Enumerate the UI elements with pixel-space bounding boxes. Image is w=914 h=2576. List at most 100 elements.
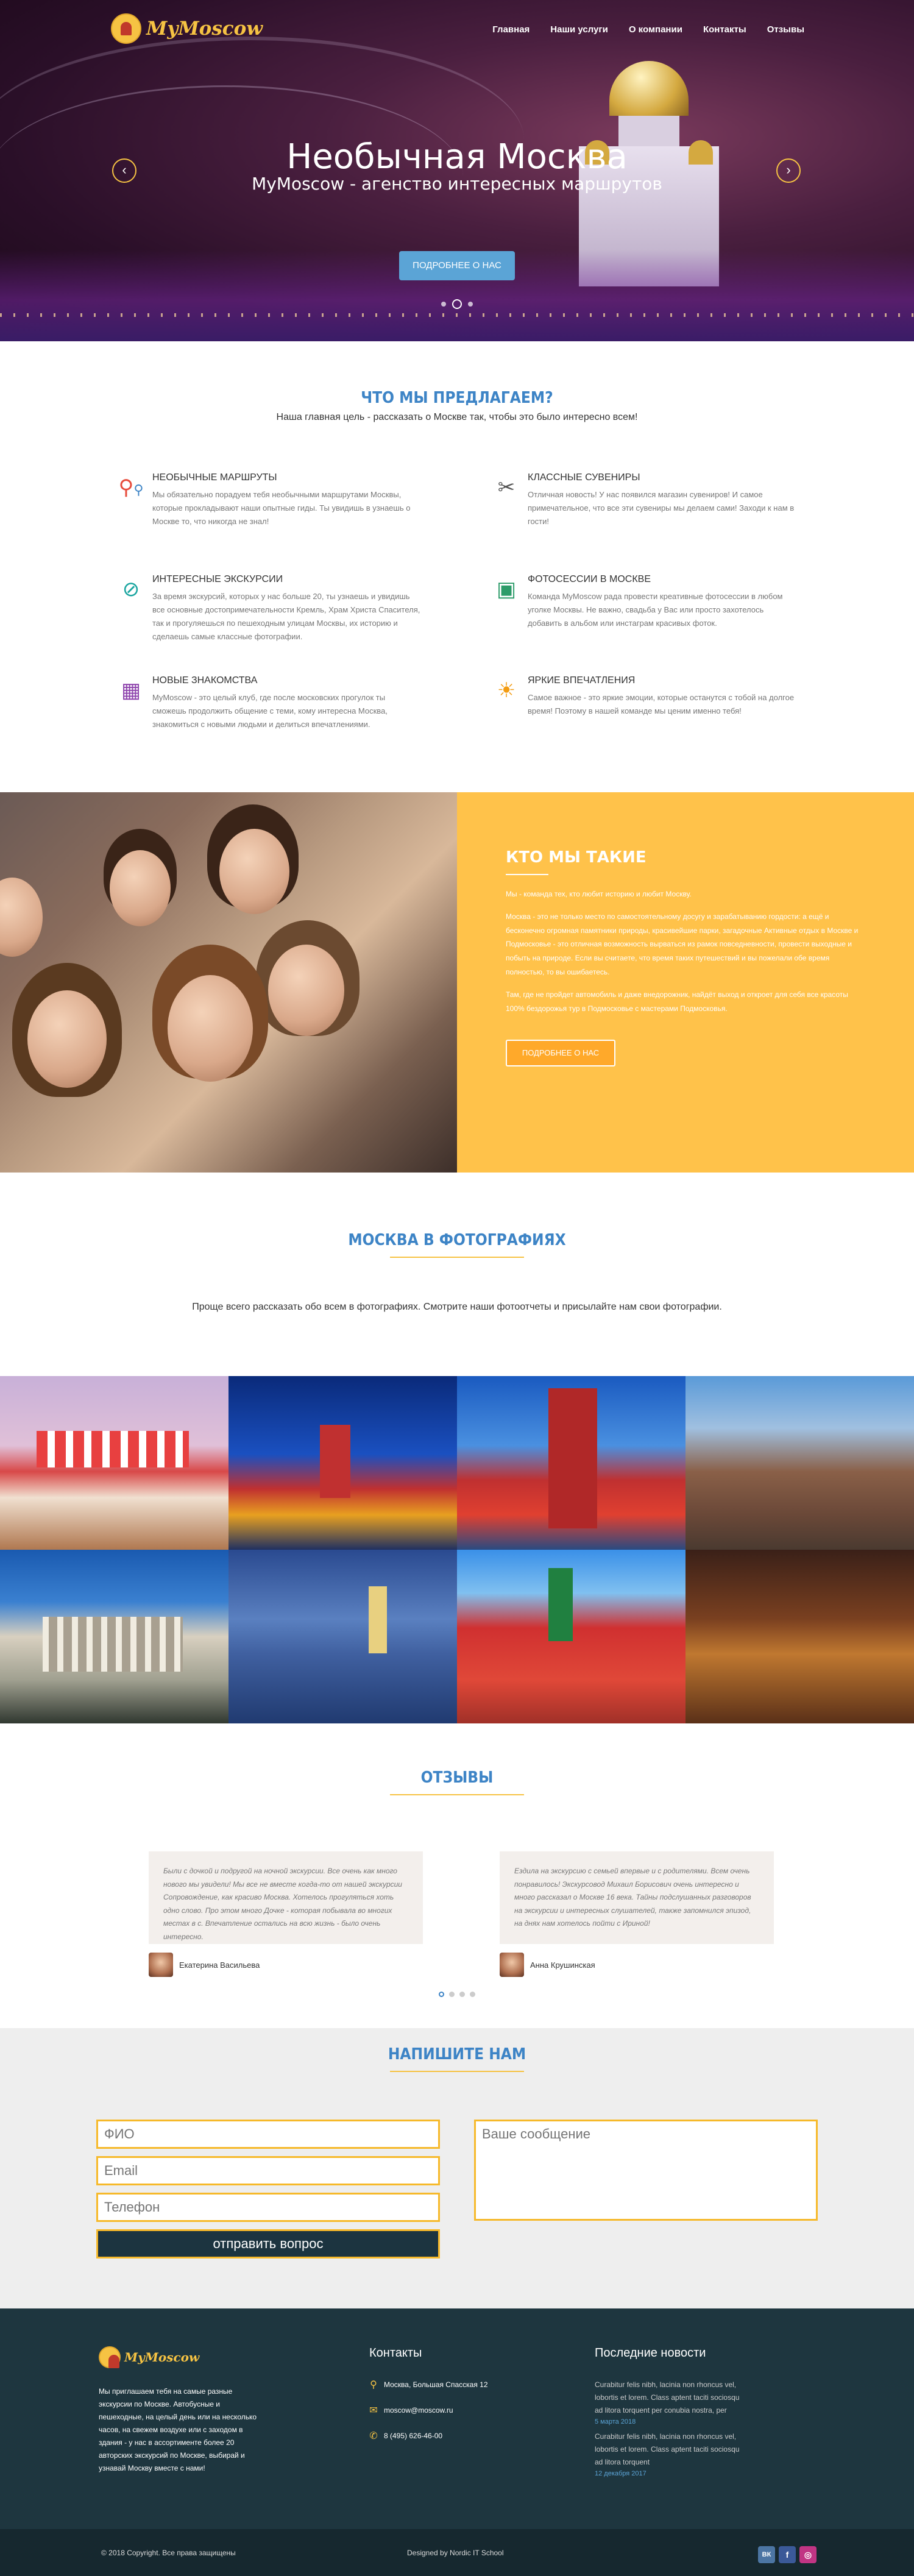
offer-subtitle: Наша главная цель - рассказать о Москве … [276, 412, 638, 422]
facebook-icon[interactable]: f [779, 2546, 796, 2563]
slider-dot-active[interactable] [452, 299, 462, 309]
feature-title: НОВЫЕ ЗНАКОМСТВА [152, 675, 258, 686]
feature-title: КЛАССНЫЕ СУВЕНИРЫ [528, 472, 640, 483]
about-text: Мы - команда тех, кто любит историю и лю… [506, 890, 692, 898]
feature-title: НЕОБЫЧНЫЕ МАРШРУТЫ [152, 472, 277, 483]
photos-section: МОСКВА В ФОТОГРАФИЯХ Проще всего рассказ… [0, 1173, 914, 1376]
review-dot[interactable] [470, 1992, 475, 1997]
social-links: ВК f ◎ [758, 2546, 817, 2563]
feature-title: ЯРКИЕ ВПЕЧАТЛЕНИЯ [528, 675, 636, 686]
reviews-dots [0, 1992, 914, 1997]
slider-dot[interactable] [441, 302, 446, 307]
nav-contacts[interactable]: Контакты [703, 24, 746, 35]
compass-icon: ⊘ [122, 578, 140, 601]
nav-about[interactable]: О компании [629, 24, 682, 35]
feature-item: ⚲⚲ НЕОБЫЧНЫЕ МАРШРУТЫ Мы обязательно пор… [116, 472, 420, 528]
feature-item: ✂ КЛАССНЫЕ СУВЕНИРЫ Отличная новость! У … [491, 472, 796, 528]
footer-logo[interactable]: MyMoscow [99, 2346, 257, 2368]
nav-home[interactable]: Главная [492, 24, 530, 35]
name-field[interactable] [96, 2120, 440, 2149]
footer: MyMoscow Мы приглашаем тебя на самые раз… [0, 2308, 914, 2529]
gallery-photo-kremlin-tower[interactable] [457, 1376, 685, 1550]
avatar [149, 1953, 173, 1977]
avatar [500, 1953, 524, 1977]
news-text[interactable]: Curabitur felis nibh, lacinia non rhoncu… [595, 2430, 747, 2469]
group-selfie-photo [0, 792, 457, 1173]
feature-text: Самое важное - это яркие эмоции, которые… [528, 693, 795, 716]
feature-title: ИНТЕРЕСНЫЕ ЭКСКУРСИИ [152, 574, 283, 584]
review-card: Были с дочкой и подругой на ночной экску… [149, 1851, 423, 1977]
feature-text: MyMoscow - это целый клуб, где после мос… [152, 693, 388, 729]
contact-title: НАПИШИТЕ НАМ [388, 2045, 526, 2063]
review-card: Ездила на экскурсию с семьей впервые и с… [500, 1851, 774, 1977]
main-nav: Главная Наши услуги О компании Контакты … [492, 24, 804, 35]
souvenir-icon: ✂ [497, 476, 515, 499]
contact-section: НАПИШИТЕ НАМ отправить вопрос [0, 2028, 914, 2308]
kremlin-logo-icon [111, 13, 141, 44]
review-text: Были с дочкой и подругой на ночной экску… [149, 1851, 423, 1944]
news-date: 12 декабря 2017 [595, 2470, 647, 2477]
review-dot-active[interactable] [439, 1992, 444, 1997]
footer-address: Москва, Большая Спасская 12 [384, 2380, 488, 2389]
gallery-photo-izmailovo[interactable] [0, 1376, 228, 1550]
vk-icon[interactable]: ВК [758, 2546, 775, 2563]
feature-title: ФОТОСЕССИИ В МОСКВЕ [528, 574, 651, 584]
reviewer-name: Екатерина Васильева [179, 1960, 260, 1970]
photos-subtitle: Проще всего рассказать обо всем в фотогр… [192, 1302, 722, 1312]
send-button[interactable]: отправить вопрос [96, 2229, 440, 2258]
about-more-button[interactable]: ПОДРОБНЕЕ О НАС [506, 1040, 615, 1067]
feature-item: ⊘ ИНТЕРЕСНЫЕ ЭКСКУРСИИ За время экскурси… [116, 574, 420, 644]
nav-reviews[interactable]: Отзывы [767, 24, 804, 35]
phone-field[interactable] [96, 2193, 440, 2222]
gallery-photo-museum-hall[interactable] [685, 1550, 914, 1723]
gallery-photo-museum[interactable] [0, 1550, 228, 1723]
message-field[interactable] [474, 2120, 818, 2221]
location-pin-icon: ⚲ [370, 2380, 377, 2390]
photo-gallery [0, 1376, 914, 1723]
people-icon: ▦ [121, 679, 141, 702]
feature-text: Команда MyMoscow рада провести креативны… [528, 592, 783, 628]
hero-title: Необычная Москва [286, 137, 628, 177]
copyright: © 2018 Copyright. Все права защищены [101, 2549, 236, 2557]
feature-text: За время экскурсий, которых у нас больше… [152, 592, 420, 642]
feature-text: Отличная новость! У нас появился магазин… [528, 490, 795, 527]
email-field[interactable] [96, 2156, 440, 2185]
news-text[interactable]: Curabitur felis nibh, lacinia non rhoncu… [595, 2379, 747, 2417]
gallery-photo-historical-museum[interactable] [457, 1550, 685, 1723]
offer-title: ЧТО МЫ ПРЕДЛАГАЕМ? [361, 389, 553, 407]
review-dot[interactable] [449, 1992, 455, 1997]
about-text: Москва - это не только место по самостоя… [506, 912, 859, 976]
photos-title: МОСКВА В ФОТОГРАФИЯХ [348, 1231, 566, 1249]
bottom-bar: © 2018 Copyright. Все права защищены Des… [0, 2529, 914, 2576]
about-section: КТО МЫ ТАКИЕ Мы - команда тех, кто любит… [0, 792, 914, 1173]
mail-icon: ✉ [369, 2405, 378, 2416]
review-text: Ездила на экскурсию с семьей впервые и с… [500, 1851, 774, 1944]
gallery-photo-moscow-panorama[interactable] [685, 1376, 914, 1550]
review-dot[interactable] [459, 1992, 465, 1997]
designed-by: Designed by Nordic IT School [407, 2549, 504, 2557]
footer-about-text: Мы приглашаем тебя на самые разные экску… [99, 2387, 257, 2472]
nav-services[interactable]: Наши услуги [550, 24, 608, 35]
feature-item: ☀ ЯРКИЕ ВПЕЧАТЛЕНИЯ Самое важное - это я… [491, 675, 796, 718]
news-date: 5 марта 2018 [595, 2418, 636, 2425]
gallery-photo-river-evening[interactable] [228, 1550, 457, 1723]
about-text: Там, где не пройдет автомобиль и даже вн… [506, 990, 848, 1013]
hero-more-button[interactable]: ПОДРОБНЕЕ О НАС [399, 251, 515, 280]
hero-subtitle: MyMoscow - агенство интересных маршрутов [252, 174, 662, 194]
footer-brand: MyMoscow [124, 2350, 200, 2365]
gallery-photo-red-square-night[interactable] [228, 1376, 457, 1550]
footer-phone[interactable]: 8 (495) 626-46-00 [384, 2432, 442, 2440]
reviews-section: ОТЗЫВЫ Были с дочкой и подругой на ночно… [0, 1723, 914, 2028]
footer-email[interactable]: moscow@moscow.ru [384, 2406, 453, 2415]
about-panel: КТО МЫ ТАКИЕ Мы - команда тех, кто любит… [457, 792, 914, 1173]
slider-dots [0, 299, 914, 309]
offer-section: ЧТО МЫ ПРЕДЛАГАЕМ? Наша главная цель - р… [0, 341, 914, 792]
footer-news-title: Последние новости [595, 2346, 706, 2360]
sun-icon: ☀ [497, 679, 516, 702]
kremlin-logo-icon [99, 2346, 121, 2368]
brand-name: MyMoscow [146, 18, 263, 40]
slider-dot[interactable] [468, 302, 473, 307]
instagram-icon[interactable]: ◎ [799, 2546, 817, 2563]
site-logo[interactable]: MyMoscow [111, 13, 263, 44]
footer-contacts-title: Контакты [369, 2346, 422, 2360]
